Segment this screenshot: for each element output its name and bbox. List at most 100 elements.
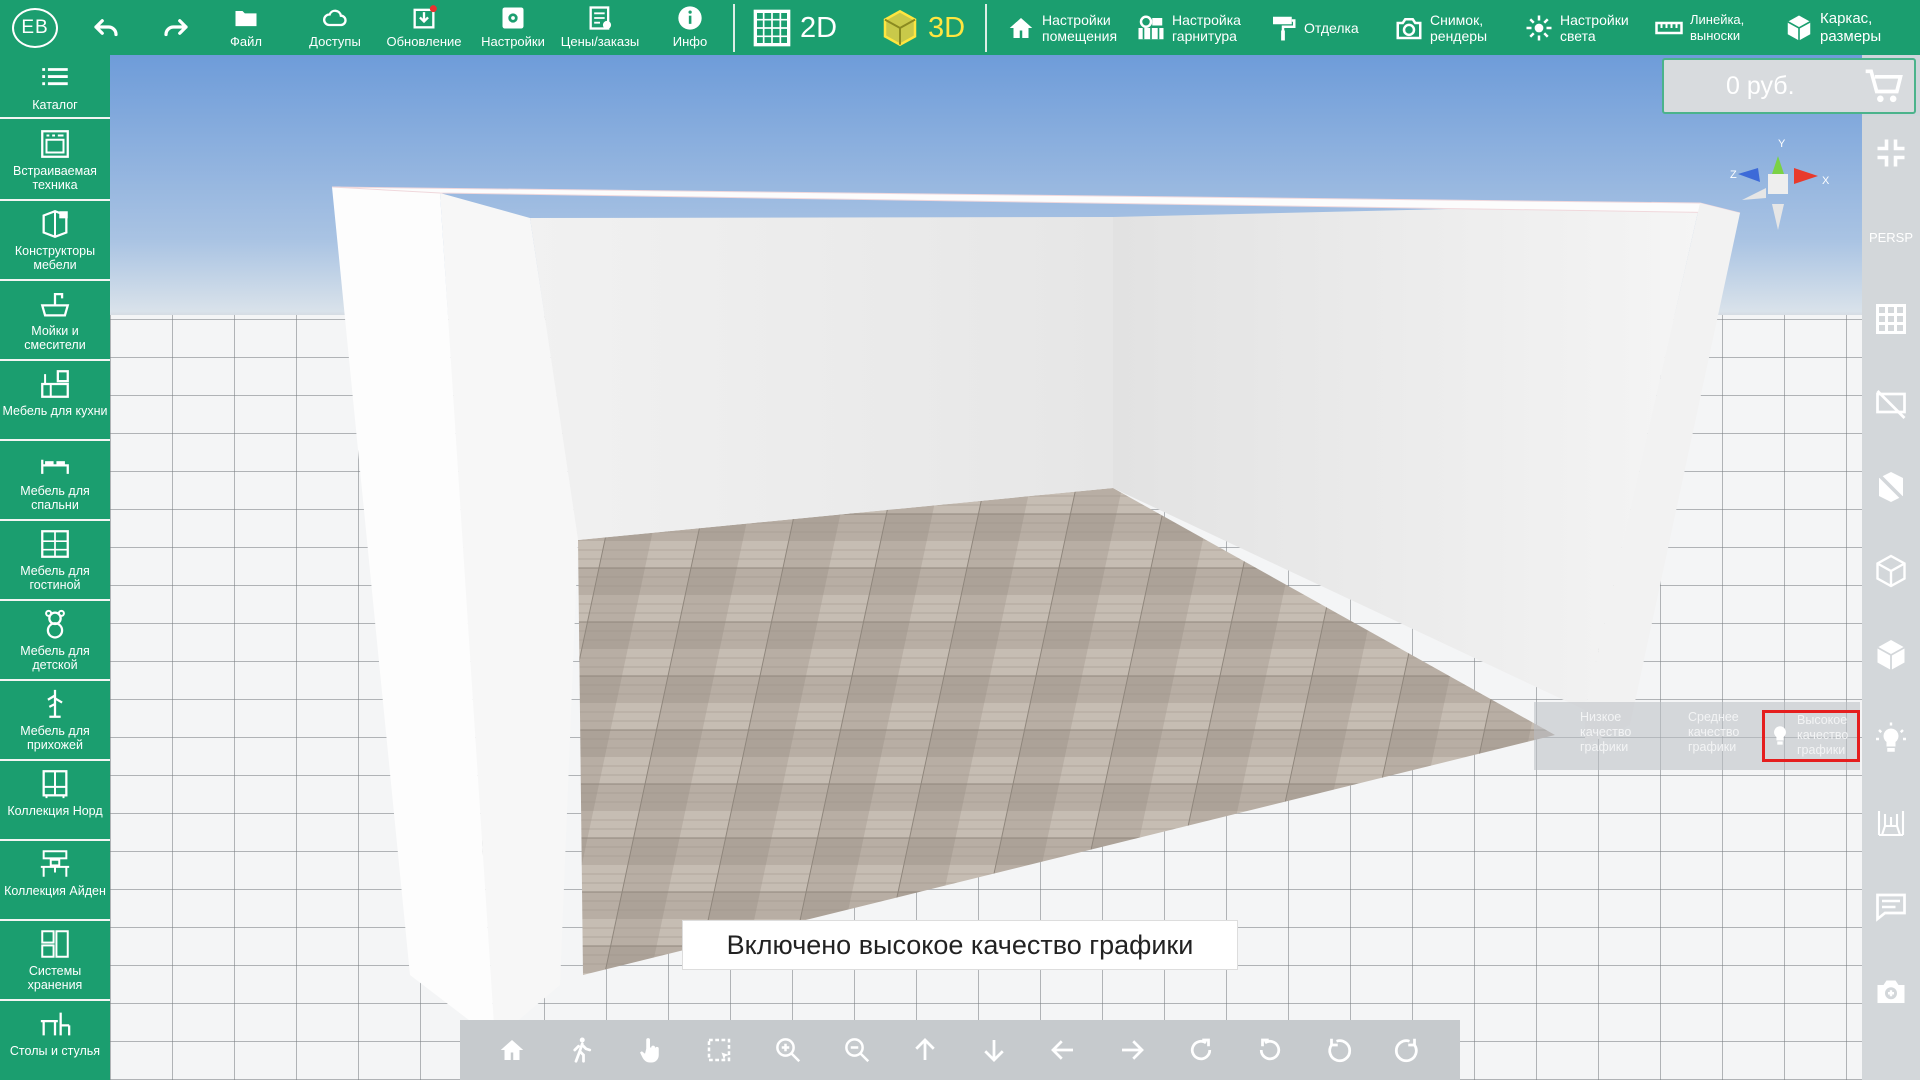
- sidebar-item-catalog[interactable]: Каталог: [0, 55, 110, 119]
- collapse-button[interactable]: [1862, 128, 1920, 178]
- finishing-line1: Отделка: [1304, 20, 1359, 36]
- grid-2d-icon: [753, 9, 791, 47]
- sidebar-item-nord-collection[interactable]: Коллекция Норд: [0, 761, 110, 841]
- light-settings-line1: Настройки: [1560, 12, 1629, 28]
- quality-low-line1: Низкое: [1580, 710, 1622, 724]
- living-room-icon: [41, 530, 69, 558]
- solid-view-toggle[interactable]: [1862, 630, 1920, 680]
- settings-label: Настройки: [481, 34, 545, 49]
- user-avatar[interactable]: EB: [12, 8, 58, 48]
- home-view-button[interactable]: [489, 1027, 535, 1073]
- room-settings-button[interactable]: Настройки помещения: [1006, 8, 1117, 48]
- ruler-icon: [1655, 21, 1683, 35]
- rotate-left-button[interactable]: [1316, 1027, 1362, 1073]
- light-settings-button[interactable]: Настройки света: [1524, 8, 1629, 48]
- graphics-quality-toggle[interactable]: [1862, 714, 1920, 764]
- update-button[interactable]: Обновление: [382, 4, 466, 52]
- light-bulb-icon: [1876, 722, 1906, 752]
- gizmo-neg-y: [1772, 204, 1784, 230]
- redo-button[interactable]: [156, 10, 196, 44]
- snapshot-renders-button[interactable]: Снимок, рендеры: [1394, 8, 1487, 48]
- dimension-icon: [1877, 811, 1905, 837]
- persp-label: PERSP: [1868, 229, 1914, 245]
- comment-icon: [1876, 893, 1906, 922]
- quality-high-line3: графики: [1797, 743, 1846, 757]
- move-right-button[interactable]: [1109, 1027, 1155, 1073]
- sidebar-item-built-in-appliances[interactable]: Встраиваемая техника: [0, 121, 110, 201]
- axis-gizmo[interactable]: Y X Z: [1720, 138, 1840, 248]
- sidebar-item-tables-chairs[interactable]: Столы и стулья: [0, 1001, 110, 1080]
- redo-icon: [164, 19, 188, 37]
- select-area-icon: [707, 1038, 731, 1062]
- mode-3d-button[interactable]: 3D: [880, 6, 965, 50]
- quality-low-line2: качество: [1580, 725, 1632, 739]
- orbit-cw-button[interactable]: [1178, 1027, 1224, 1073]
- sidebar-item-furniture-builders[interactable]: Конструкторы мебели: [0, 201, 110, 281]
- zoom-in-button[interactable]: [765, 1027, 811, 1073]
- mode-2d-button[interactable]: 2D: [752, 6, 837, 50]
- finishing-button[interactable]: Отделка: [1268, 8, 1359, 48]
- storage-icon: [41, 930, 69, 958]
- undo-icon: [94, 19, 118, 37]
- sidebar-item-sinks-faucets[interactable]: Мойки и смесители: [0, 281, 110, 361]
- sidebar-item-label: Мойки и смесители: [24, 324, 86, 352]
- rotate-left-icon: [1327, 1038, 1351, 1063]
- ruler-line2: выноски: [1690, 28, 1741, 43]
- screen-toggle[interactable]: [1862, 378, 1920, 428]
- furniture-settings-button[interactable]: Настройка гарнитура: [1136, 8, 1241, 48]
- pan-mode-button[interactable]: [627, 1027, 673, 1073]
- sidebar-item-label: Мебель для прихожей: [20, 724, 90, 752]
- screenshot-button[interactable]: [1862, 966, 1920, 1016]
- desk-icon: [40, 850, 70, 877]
- paint-roller-icon: [1273, 16, 1296, 41]
- cart-icon: [1865, 69, 1903, 103]
- cube-3d-icon: [883, 9, 917, 47]
- camera-navigation-bar: [460, 1020, 1460, 1080]
- persp-toggle[interactable]: PERSP: [1862, 212, 1920, 262]
- sidebar-item-bedroom-furniture[interactable]: Мебель для спальни: [0, 441, 110, 521]
- rotate-right-button[interactable]: [1384, 1027, 1430, 1073]
- teddy-bear-icon: [45, 609, 65, 639]
- undo-button[interactable]: [86, 10, 126, 44]
- file-button[interactable]: Файл: [226, 4, 266, 52]
- settings-button[interactable]: Настройки: [476, 4, 550, 52]
- quality-high-line2: качество: [1797, 728, 1849, 742]
- arrow-down-icon: [984, 1040, 1005, 1062]
- quality-high-option[interactable]: Высокое качество графики: [1762, 710, 1860, 762]
- home-icon: [501, 1040, 524, 1060]
- sidebar-item-kids-furniture[interactable]: Мебель для детской: [0, 601, 110, 681]
- sidebar-item-storage-systems[interactable]: Системы хранения: [0, 921, 110, 1001]
- move-down-button[interactable]: [971, 1027, 1017, 1073]
- room-settings-line1: Настройки: [1042, 12, 1111, 28]
- quality-low-option[interactable]: Низкое качество графики: [1580, 710, 1680, 762]
- settings-icon: [502, 7, 524, 29]
- gizmo-neg-x: [1742, 188, 1766, 200]
- access-button[interactable]: Доступы: [300, 4, 370, 52]
- sidebar-item-label: Мебель для кухни: [2, 404, 108, 418]
- walk-mode-button[interactable]: [558, 1027, 604, 1073]
- wireframe-toggle[interactable]: [1862, 546, 1920, 596]
- zoom-out-button[interactable]: [834, 1027, 880, 1073]
- orbit-ccw-button[interactable]: [1247, 1027, 1293, 1073]
- grid-toggle[interactable]: [1862, 294, 1920, 344]
- area-select-button[interactable]: [696, 1027, 742, 1073]
- box-icon: [1787, 15, 1811, 41]
- sidebar-item-kitchen-furniture[interactable]: Мебель для кухни: [0, 361, 110, 441]
- prices-orders-button[interactable]: Цены/заказы: [554, 4, 646, 52]
- move-left-button[interactable]: [1040, 1027, 1086, 1073]
- sidebar-item-living-room-furniture[interactable]: Мебель для гостиной: [0, 521, 110, 601]
- hide-walls-toggle[interactable]: [1862, 462, 1920, 512]
- quality-low-line3: графики: [1580, 740, 1629, 754]
- info-button[interactable]: Инфо: [668, 4, 712, 52]
- move-up-button[interactable]: [902, 1027, 948, 1073]
- sidebar-item-hallway-furniture[interactable]: Мебель для прихожей: [0, 681, 110, 761]
- sidebar-item-aiden-collection[interactable]: Коллекция Айден: [0, 841, 110, 921]
- dimensions-toggle[interactable]: [1862, 798, 1920, 848]
- collapse-icon: [1877, 139, 1905, 167]
- comments-toggle[interactable]: [1862, 882, 1920, 932]
- price-value: 0 руб.: [1726, 71, 1795, 100]
- price-total[interactable]: 0 руб.: [1662, 58, 1916, 114]
- frame-dimensions-button[interactable]: Каркас, размеры: [1784, 8, 1881, 48]
- ruler-callouts-button[interactable]: Линейка, выноски: [1654, 8, 1744, 48]
- furniture-settings-line2: гарнитура: [1172, 28, 1237, 44]
